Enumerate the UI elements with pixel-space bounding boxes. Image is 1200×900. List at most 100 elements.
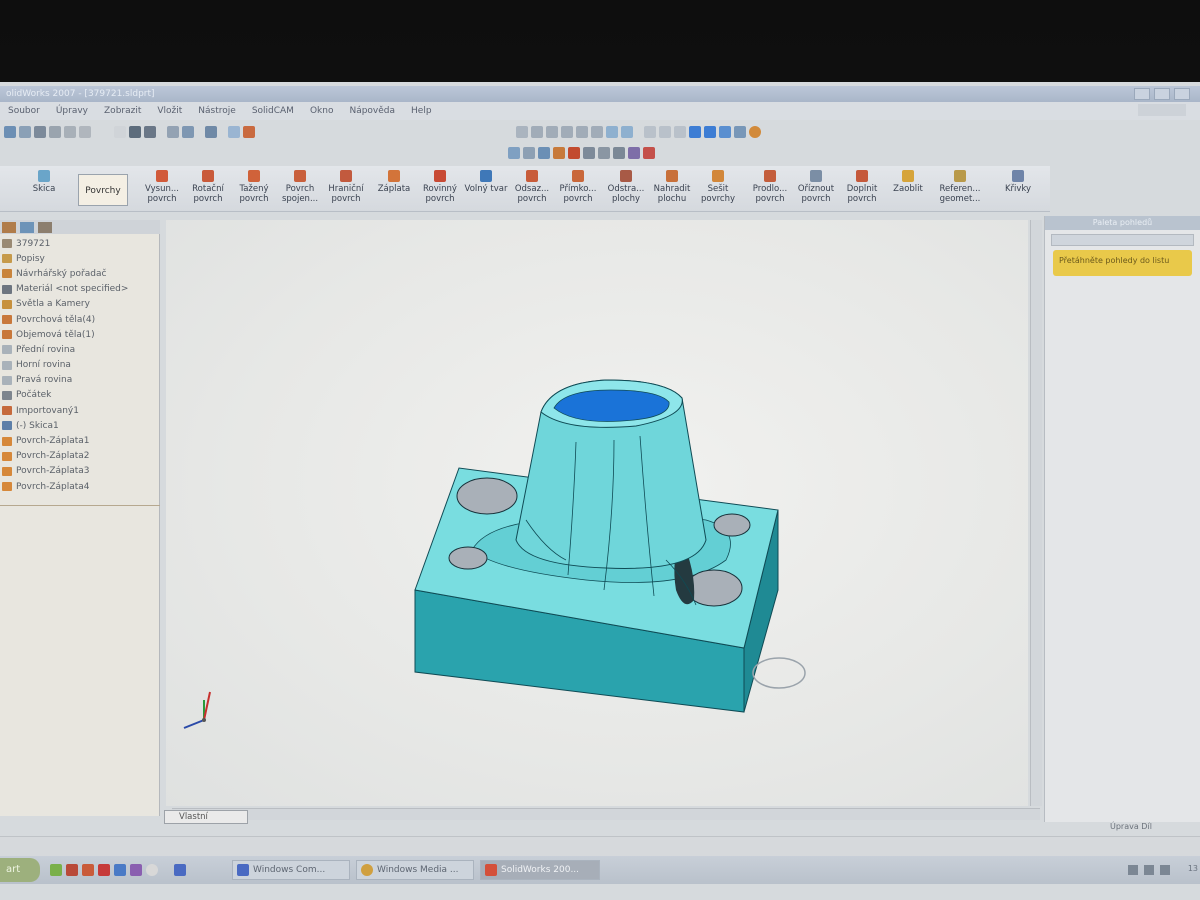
- delete-face-button[interactable]: Odstra... plochy: [604, 170, 648, 204]
- tree-item-top-plane[interactable]: Horní rovina: [2, 358, 158, 373]
- check-icon[interactable]: [568, 147, 580, 159]
- view-selector-dropdown[interactable]: Vlastní: [164, 810, 248, 824]
- replace-face-button[interactable]: Nahradit plochu: [650, 170, 694, 204]
- tree-item-fill2[interactable]: Povrch-Záplata2: [2, 449, 158, 464]
- save-icon[interactable]: [34, 126, 46, 138]
- menubar-window-controls[interactable]: [1138, 104, 1186, 116]
- print-icon[interactable]: [49, 126, 61, 138]
- menu-file[interactable]: Soubor: [0, 106, 48, 116]
- menu-edit[interactable]: Úpravy: [48, 106, 96, 116]
- undo-icon[interactable]: [64, 126, 76, 138]
- curvature-icon[interactable]: [613, 147, 625, 159]
- knit-surface-button[interactable]: Sešit povrchy: [696, 170, 740, 204]
- fill-surface-button[interactable]: Záplata: [372, 170, 416, 194]
- horizontal-scrollbar[interactable]: [172, 808, 1040, 820]
- property-manager-tab[interactable]: [20, 222, 34, 233]
- sheet-icon[interactable]: [182, 126, 194, 138]
- tree-item-front-plane[interactable]: Přední rovina: [2, 342, 158, 357]
- measure-icon[interactable]: [538, 147, 550, 159]
- rotate-icon[interactable]: [576, 126, 588, 138]
- menu-insert[interactable]: Vložit: [149, 106, 190, 116]
- menu-solidcam[interactable]: SolidCAM: [244, 106, 302, 116]
- start-button[interactable]: art: [0, 858, 40, 882]
- tree-item-design-binder[interactable]: Návrhářský pořadač: [2, 266, 158, 281]
- boundary-surface-button[interactable]: Hraniční povrch: [324, 170, 368, 204]
- extend-surface-button[interactable]: Prodlo... povrch: [748, 170, 792, 204]
- extruded-surface-button[interactable]: Vysun... povrch: [140, 170, 184, 204]
- swept-surface-button[interactable]: Tažený povrch: [232, 170, 276, 204]
- freeform-button[interactable]: Volný tvar: [464, 170, 508, 194]
- menu-view[interactable]: Zobrazit: [96, 106, 149, 116]
- quicklaunch-icon[interactable]: [130, 864, 142, 876]
- tree-item-fill4[interactable]: Povrch-Záplata4: [2, 479, 158, 494]
- tree-item-origin[interactable]: Počátek: [2, 388, 158, 403]
- hidden-lines-visible-icon[interactable]: [659, 126, 671, 138]
- taskbar-item-media[interactable]: Windows Media ...: [356, 860, 474, 880]
- zoom-selection-icon[interactable]: [561, 126, 573, 138]
- vertical-scrollbar[interactable]: [1030, 220, 1042, 806]
- mass-props-icon[interactable]: [553, 147, 565, 159]
- new-file-icon[interactable]: [4, 126, 16, 138]
- quicklaunch-icon[interactable]: [146, 864, 158, 876]
- dimension-icon[interactable]: [523, 147, 535, 159]
- reference-geometry-button[interactable]: Referen... geomet...: [938, 170, 982, 204]
- sketch-tab[interactable]: Skica: [22, 170, 66, 194]
- open-file-icon[interactable]: [19, 126, 31, 138]
- feature-manager-tab[interactable]: [2, 222, 16, 233]
- tree-item-imported[interactable]: Importovaný1: [2, 403, 158, 418]
- quicklaunch-icon[interactable]: [98, 864, 110, 876]
- draft-analysis-icon[interactable]: [643, 147, 655, 159]
- curves-button[interactable]: Křivky: [996, 170, 1040, 194]
- minimize-button[interactable]: [1134, 88, 1150, 100]
- macro-icon[interactable]: [228, 126, 240, 138]
- tree-item-surface-bodies[interactable]: Povrchová těla(4): [2, 312, 158, 327]
- tree-item-part[interactable]: 379721: [2, 236, 158, 251]
- surfaces-tab[interactable]: Povrchy: [78, 174, 128, 206]
- tree-item-sketch[interactable]: (-) Skica1: [2, 418, 158, 433]
- planar-surface-button[interactable]: Rovinný povrch: [418, 170, 462, 204]
- lofted-surface-button[interactable]: Povrch spojen...: [278, 170, 322, 204]
- solidcam-icon[interactable]: [243, 126, 255, 138]
- model-view[interactable]: [166, 220, 1028, 806]
- menu-help[interactable]: Help: [403, 106, 440, 116]
- hidden-lines-removed-icon[interactable]: [674, 126, 686, 138]
- rebuild-icon[interactable]: [129, 126, 141, 138]
- standard-views-icon[interactable]: [621, 126, 633, 138]
- redo-icon[interactable]: [79, 126, 91, 138]
- configuration-manager-tab[interactable]: [38, 222, 52, 233]
- sketch-tool-icon[interactable]: [508, 147, 520, 159]
- tree-item-material[interactable]: Materiál <not specified>: [2, 282, 158, 297]
- ruled-surface-button[interactable]: Přímko... povrch: [556, 170, 600, 204]
- quicklaunch-icon[interactable]: [50, 864, 62, 876]
- select-icon[interactable]: [114, 126, 126, 138]
- options-icon[interactable]: [144, 126, 156, 138]
- untrim-surface-button[interactable]: Doplnit povrch: [840, 170, 884, 204]
- section-icon[interactable]: [583, 147, 595, 159]
- pan-icon[interactable]: [591, 126, 603, 138]
- menu-tools[interactable]: Nástroje: [190, 106, 244, 116]
- view-orientation-icon[interactable]: [606, 126, 618, 138]
- section-view-icon[interactable]: [734, 126, 746, 138]
- shaded-edges-icon[interactable]: [689, 126, 701, 138]
- offset-surface-button[interactable]: Odsaz... povrch: [510, 170, 554, 204]
- quicklaunch-icon[interactable]: [114, 864, 126, 876]
- shaded-icon[interactable]: [704, 126, 716, 138]
- zoom-area-icon[interactable]: [531, 126, 543, 138]
- trim-surface-button[interactable]: Oříznout povrch: [794, 170, 838, 204]
- menu-help-cz[interactable]: Nápověda: [341, 106, 403, 116]
- tray-icon[interactable]: [1160, 865, 1170, 875]
- taskbar-item-explorer[interactable]: Windows Com...: [232, 860, 350, 880]
- close-button[interactable]: [1174, 88, 1190, 100]
- layers-icon[interactable]: [205, 126, 217, 138]
- tree-item-fill1[interactable]: Povrch-Záplata1: [2, 433, 158, 448]
- shadows-icon[interactable]: [719, 126, 731, 138]
- zebra-icon[interactable]: [628, 147, 640, 159]
- menu-window[interactable]: Okno: [302, 106, 342, 116]
- fillet-button[interactable]: Zaoblit: [886, 170, 930, 194]
- realview-icon[interactable]: [749, 126, 761, 138]
- tree-item-annotations[interactable]: Popisy: [2, 251, 158, 266]
- zoom-in-icon[interactable]: [546, 126, 558, 138]
- sum-icon[interactable]: [598, 147, 610, 159]
- task-pane-search[interactable]: [1051, 234, 1194, 246]
- wireframe-icon[interactable]: [644, 126, 656, 138]
